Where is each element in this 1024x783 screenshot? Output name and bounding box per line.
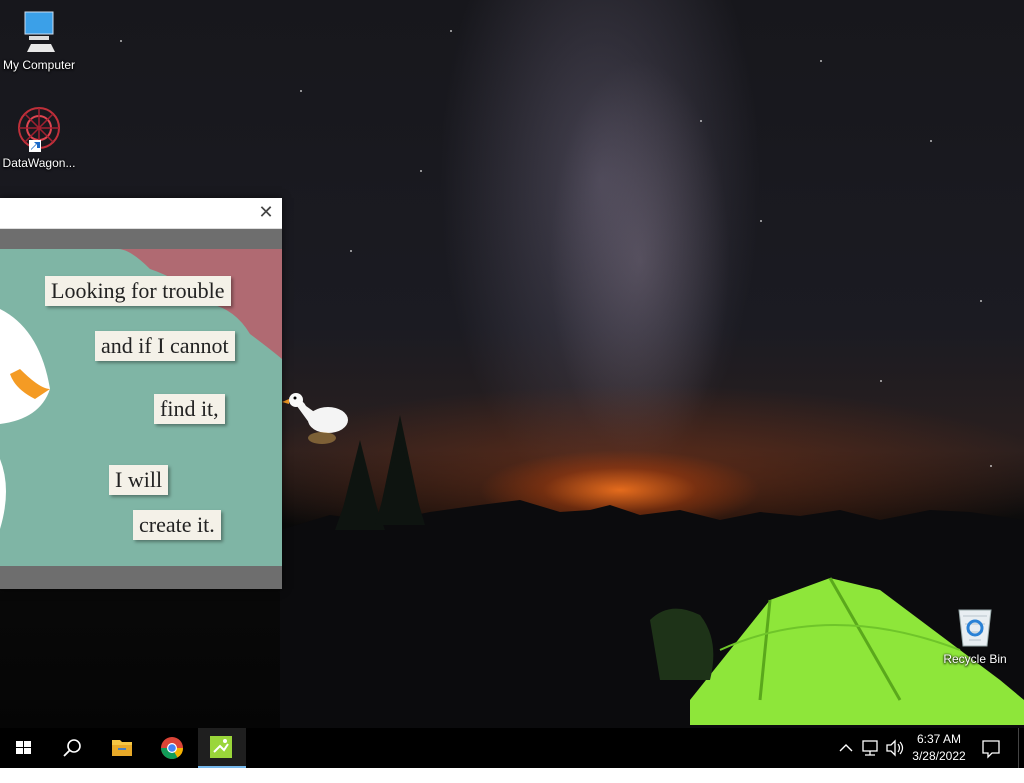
volume-button[interactable]: [884, 728, 906, 768]
clock-time: 6:37 AM: [916, 732, 962, 746]
chrome-button[interactable]: [148, 728, 196, 768]
goose-meme-image: Looking for trouble and if I cannot find…: [0, 249, 282, 566]
my-computer-desktop-icon[interactable]: My Computer: [0, 8, 78, 72]
chevron-up-icon: [839, 744, 853, 752]
chrome-icon: [161, 737, 183, 759]
start-button[interactable]: [0, 728, 48, 768]
meme-line-4: I will: [109, 465, 169, 495]
show-desktop-button[interactable]: [1018, 728, 1024, 768]
image-viewer-icon: [210, 736, 232, 758]
goose-sprite[interactable]: [280, 388, 350, 448]
meme-line-3: find it,: [154, 394, 225, 424]
search-icon: [63, 739, 81, 757]
network-icon: [862, 740, 878, 756]
meme-line-2: and if I cannot: [95, 331, 235, 361]
notifications-button[interactable]: [978, 728, 1004, 768]
image-viewer-titlebar[interactable]: ✕: [0, 198, 282, 229]
recycle-bin-icon: [951, 602, 999, 650]
clock[interactable]: 6:37 AM 3/28/2022: [905, 731, 973, 765]
windows-logo-icon: [16, 741, 31, 754]
recycle-bin-label: Recycle Bin: [943, 652, 1007, 666]
close-button[interactable]: ✕: [250, 198, 282, 228]
search-button[interactable]: [48, 728, 96, 768]
meme-line-5: create it.: [133, 510, 221, 540]
my-computer-label: My Computer: [2, 58, 76, 72]
notification-icon: [982, 740, 1000, 759]
network-button[interactable]: [860, 728, 882, 768]
show-hidden-icons-button[interactable]: [836, 728, 856, 768]
computer-icon: [15, 8, 63, 56]
image-viewer-taskbar-button[interactable]: [198, 728, 246, 768]
clock-date: 3/28/2022: [912, 749, 966, 763]
taskbar: 6:37 AM 3/28/2022: [0, 728, 1024, 768]
datawagon-label: DataWagon...: [2, 156, 76, 170]
speaker-icon: [886, 739, 904, 757]
image-viewer-window[interactable]: ✕ Looking for trouble and if I cannot fi…: [0, 198, 282, 589]
folder-icon: [112, 740, 132, 756]
datawagon-desktop-icon[interactable]: DataWagon...: [0, 106, 78, 170]
datawagon-shortcut-icon: [15, 106, 63, 154]
meme-line-1: Looking for trouble: [45, 276, 231, 306]
recycle-bin-desktop-icon[interactable]: Recycle Bin: [936, 602, 1014, 666]
file-explorer-button[interactable]: [98, 728, 146, 768]
